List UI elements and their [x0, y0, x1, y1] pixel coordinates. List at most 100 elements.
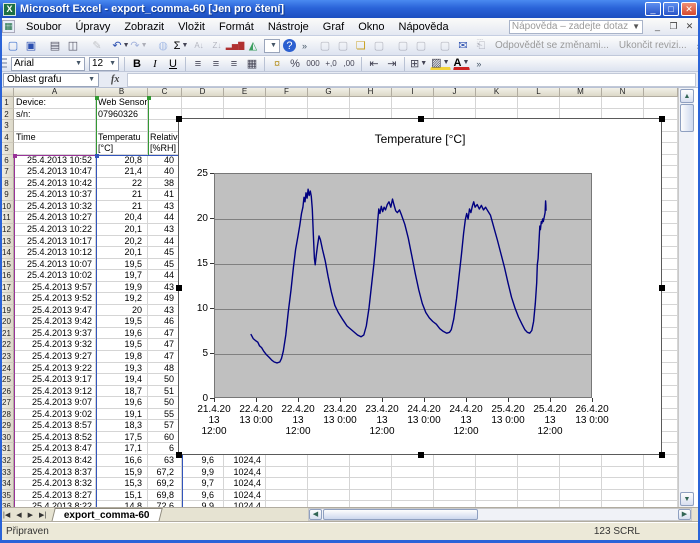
menu-soubor[interactable]: Soubor	[19, 20, 68, 34]
cell-A32[interactable]: 25.4.2013 8:42	[14, 455, 96, 467]
doc-close-button[interactable]: ✕	[683, 21, 696, 32]
cell-A20[interactable]: 25.4.2013 9:42	[14, 316, 96, 328]
row-header-10[interactable]: 10	[0, 201, 14, 213]
hyperlink-icon[interactable]: ◍	[155, 38, 171, 54]
row-header-13[interactable]: 13	[0, 236, 14, 248]
cell-F35[interactable]	[266, 490, 308, 502]
cell-C30[interactable]: 60	[148, 432, 182, 444]
row-header-18[interactable]: 18	[0, 293, 14, 305]
cell-I33[interactable]	[392, 467, 434, 479]
cell-E33[interactable]: 1024,4	[224, 467, 266, 479]
cell-A3[interactable]	[14, 120, 96, 132]
cell-C19[interactable]: 43	[148, 305, 182, 317]
cell-B29[interactable]: 18,3	[96, 420, 148, 432]
cell-N1[interactable]	[602, 97, 644, 109]
chart-selection-handle[interactable]	[659, 285, 665, 291]
scroll-right-icon[interactable]: ▶	[678, 509, 691, 520]
column-header-n[interactable]: N	[602, 88, 644, 97]
cell-M33[interactable]	[560, 467, 602, 479]
chart-wizard-icon[interactable]: ▂▅▇	[227, 38, 243, 54]
row-header-24[interactable]: 24	[0, 363, 14, 375]
cell-A22[interactable]: 25.4.2013 9:32	[14, 339, 96, 351]
cell-B12[interactable]: 20,1	[96, 224, 148, 236]
cell-G32[interactable]	[308, 455, 350, 467]
cell-B3[interactable]	[96, 120, 148, 132]
print-preview-icon[interactable]: ◫	[65, 38, 81, 54]
align-center-icon[interactable]: ≡	[208, 56, 224, 72]
cell-C35[interactable]: 69,8	[148, 490, 182, 502]
cell-I32[interactable]	[392, 455, 434, 467]
cell-B2[interactable]: 07960326	[96, 109, 148, 121]
cell-B5[interactable]: [°C]	[96, 143, 148, 155]
cell-A5[interactable]	[14, 143, 96, 155]
cell-B24[interactable]: 19,3	[96, 363, 148, 375]
range-handle[interactable]	[95, 154, 99, 158]
cell-E35[interactable]: 1024,4	[224, 490, 266, 502]
cell-K34[interactable]	[476, 478, 518, 490]
doc-restore-button[interactable]: ❐	[667, 21, 680, 32]
chart-selection-handle[interactable]	[418, 452, 424, 458]
row-header-33[interactable]: 33	[0, 467, 14, 479]
cell-C8[interactable]: 38	[148, 178, 182, 190]
toolbar-options-icon[interactable]: »	[299, 41, 310, 51]
cell-B28[interactable]: 19,1	[96, 409, 148, 421]
row-header-20[interactable]: 20	[0, 316, 14, 328]
cell-B19[interactable]: 20	[96, 305, 148, 317]
row-header-27[interactable]: 27	[0, 397, 14, 409]
horizontal-scrollbar[interactable]: ◀ ▶	[308, 508, 692, 521]
column-header-f[interactable]: F	[266, 88, 308, 97]
column-header-h[interactable]: H	[350, 88, 392, 97]
cell-A26[interactable]: 25.4.2013 9:12	[14, 386, 96, 398]
cell-G33[interactable]	[308, 467, 350, 479]
row-header-8[interactable]: 8	[0, 178, 14, 190]
scroll-left-icon[interactable]: ◀	[309, 509, 322, 520]
row-header-1[interactable]: 1	[0, 97, 14, 109]
row-header-31[interactable]: 31	[0, 443, 14, 455]
cell-J33[interactable]	[434, 467, 476, 479]
cell-B16[interactable]: 19,7	[96, 270, 148, 282]
cell-C27[interactable]: 50	[148, 397, 182, 409]
cell-B4[interactable]: Temperatu	[96, 132, 148, 144]
cell-L33[interactable]	[518, 467, 560, 479]
column-header-d[interactable]: D	[182, 88, 224, 97]
chart-selection-handle[interactable]	[176, 452, 182, 458]
scroll-down-icon[interactable]: ▼	[680, 492, 694, 506]
row-header-11[interactable]: 11	[0, 212, 14, 224]
cell-J32[interactable]	[434, 455, 476, 467]
menu-zobrazit[interactable]: Zobrazit	[117, 20, 171, 34]
cell-C5[interactable]: [%RH]	[148, 143, 182, 155]
cell-A8[interactable]: 25.4.2013 10:42	[14, 178, 96, 190]
row-header-26[interactable]: 26	[0, 386, 14, 398]
cell-C34[interactable]: 69,2	[148, 478, 182, 490]
vertical-scrollbar[interactable]: ▲ ▼	[678, 88, 694, 507]
cell-H33[interactable]	[350, 467, 392, 479]
column-header-k[interactable]: K	[476, 88, 518, 97]
cell-L35[interactable]	[518, 490, 560, 502]
row-header-21[interactable]: 21	[0, 328, 14, 340]
cell-A33[interactable]: 25.4.2013 8:37	[14, 467, 96, 479]
name-box[interactable]: Oblast grafu ▼	[3, 73, 99, 87]
chart-selection-handle[interactable]	[418, 116, 424, 122]
row-header-9[interactable]: 9	[0, 189, 14, 201]
sheet-tab-export-comma-60[interactable]: export_comma-60	[51, 508, 162, 522]
underline-icon[interactable]: U	[165, 56, 181, 72]
review-icon-1[interactable]: ▢	[317, 38, 333, 54]
cell-B6[interactable]: 20,8	[96, 155, 148, 167]
insert-comment-icon[interactable]: ❏	[353, 38, 369, 54]
merge-center-icon[interactable]: ▦	[244, 56, 260, 72]
cell-C22[interactable]: 47	[148, 339, 182, 351]
doc-minimize-button[interactable]: _	[651, 21, 664, 32]
cell-B14[interactable]: 20,1	[96, 247, 148, 259]
cell-H35[interactable]	[350, 490, 392, 502]
row-header-6[interactable]: 6	[0, 155, 14, 167]
increase-indent-icon[interactable]: ⇥	[384, 56, 400, 72]
cell-K32[interactable]	[476, 455, 518, 467]
row-header-12[interactable]: 12	[0, 224, 14, 236]
format-painter-icon[interactable]: ✎	[89, 38, 105, 54]
maximize-button[interactable]: □	[663, 2, 679, 16]
cell-H34[interactable]	[350, 478, 392, 490]
cell-A23[interactable]: 25.4.2013 9:27	[14, 351, 96, 363]
cell-C11[interactable]: 44	[148, 212, 182, 224]
insert-function-icon[interactable]: fx	[111, 74, 119, 85]
cell-A18[interactable]: 25.4.2013 9:52	[14, 293, 96, 305]
